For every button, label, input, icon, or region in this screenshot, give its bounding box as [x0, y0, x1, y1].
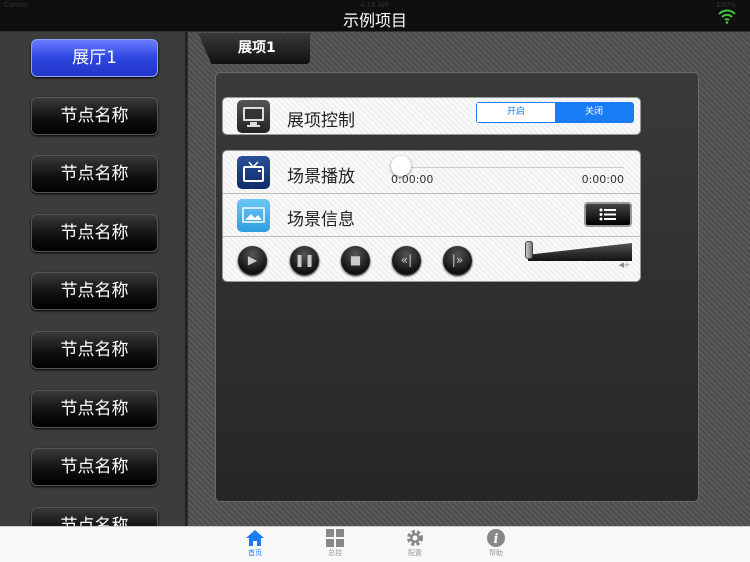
list-button[interactable] [584, 202, 632, 227]
tab-label: 总控 [328, 549, 342, 557]
play-button[interactable]: ▶ [238, 246, 267, 275]
tab-label: 配置 [408, 549, 422, 557]
list-icon [599, 208, 616, 221]
on-off-segmented-control: 开启 关闭 [476, 102, 634, 123]
scene-play-row: 场景播放 0:00:00 0:00:00 [223, 151, 640, 194]
exhibit-panel [215, 72, 699, 502]
home-icon [246, 530, 264, 546]
svg-text:i: i [494, 532, 499, 547]
volume-slider[interactable] [528, 243, 632, 261]
scene-play-label: 场景播放 [287, 167, 355, 187]
gear-icon [407, 530, 423, 546]
on-segment[interactable]: 开启 [477, 103, 555, 122]
total-time: 0:00:00 [581, 173, 624, 186]
main-area: 展项1 展项控制 开启 关闭 场景播放 0:00:00 0:00:00 场景信息 [188, 32, 750, 526]
grid-icon [326, 529, 344, 547]
scene-card: 场景播放 0:00:00 0:00:00 场景信息 ▶ ❚❚ ■ «| |» ◀… [222, 150, 641, 282]
tab-exhibit-1[interactable]: 展项1 [198, 33, 310, 64]
control-label: 展项控制 [287, 111, 355, 131]
sidebar-item-node[interactable]: 节点名称 [31, 155, 158, 193]
page-title: 示例项目 [342, 11, 407, 30]
tab-bar: 首页 总控 配置 i 帮助 [0, 526, 750, 562]
volume-slider-thumb[interactable] [525, 241, 533, 259]
tab-label: 帮助 [489, 549, 503, 557]
current-time: 0:00:00 [391, 173, 434, 186]
next-button[interactable]: |» [443, 246, 472, 275]
control-card: 展项控制 开启 关闭 [222, 97, 641, 135]
sidebar-item-node[interactable]: 节点名称 [31, 97, 158, 135]
top-bar: Carrier 4:16 AM 100% 示例项目 [0, 0, 750, 32]
sidebar-item-node[interactable]: 节点名称 [31, 331, 158, 369]
pause-button[interactable]: ❚❚ [290, 246, 319, 275]
sidebar-item-node[interactable]: 节点名称 [31, 272, 158, 310]
scene-info-row: 场景信息 [223, 194, 640, 237]
sidebar: 展厅1 节点名称 节点名称 节点名称 节点名称 节点名称 节点名称 节点名称 节… [0, 32, 187, 526]
sidebar-item-node[interactable]: 节点名称 [31, 390, 158, 428]
tab-label: 首页 [248, 549, 262, 557]
tab-settings[interactable]: 配置 [395, 529, 435, 558]
progress-slider[interactable] [401, 167, 624, 168]
playback-controls-row: ▶ ❚❚ ■ «| |» ◀+ [223, 237, 640, 280]
tab-help[interactable]: i 帮助 [476, 529, 516, 558]
scene-info-label: 场景信息 [287, 210, 355, 230]
wifi-icon [718, 9, 736, 24]
sidebar-item-node[interactable]: 节点名称 [31, 507, 158, 526]
sidebar-item-node[interactable]: 节点名称 [31, 214, 158, 252]
info-icon: i [487, 529, 505, 547]
tab-master-control[interactable]: 总控 [315, 529, 355, 558]
off-segment[interactable]: 关闭 [555, 103, 633, 122]
volume-up-icon: ◀+ [618, 261, 630, 269]
stop-button[interactable]: ■ [341, 246, 370, 275]
monitor-icon [237, 100, 270, 133]
sidebar-item-hall-1[interactable]: 展厅1 [31, 39, 158, 77]
sidebar-item-node[interactable]: 节点名称 [31, 448, 158, 486]
tab-home[interactable]: 首页 [235, 529, 275, 558]
tv-icon [237, 156, 270, 189]
picture-icon [237, 199, 270, 232]
previous-button[interactable]: «| [392, 246, 421, 275]
